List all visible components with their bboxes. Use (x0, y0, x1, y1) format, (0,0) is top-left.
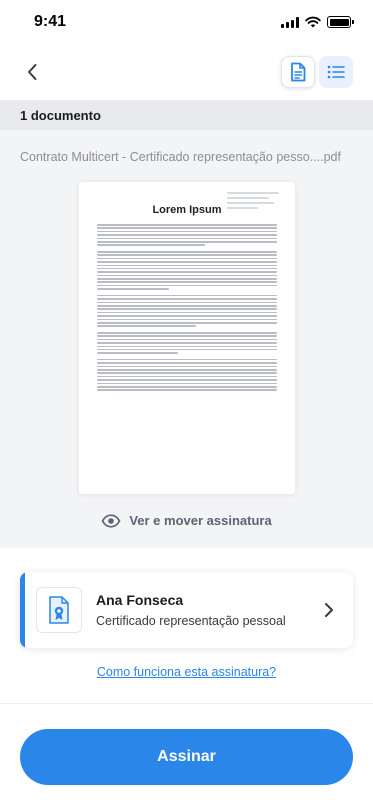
document-paragraph (97, 294, 277, 327)
document-filename: Contrato Multicert - Certificado represe… (20, 150, 341, 164)
signer-card-accent (20, 572, 25, 648)
document-paragraph (97, 331, 277, 354)
battery-icon (327, 16, 354, 28)
chevron-left-icon (28, 64, 37, 80)
document-paragraph (97, 358, 277, 391)
status-icons (281, 16, 354, 28)
view-move-signature-button[interactable]: Ver e mover assinatura (0, 513, 373, 528)
document-preview-section: Contrato Multicert - Certificado represe… (0, 130, 373, 548)
certificate-icon (49, 596, 69, 624)
certificate-icon-box (36, 587, 82, 633)
sign-button[interactable]: Assinar (20, 729, 353, 785)
status-time: 9:41 (34, 13, 67, 30)
document-icon (291, 62, 306, 82)
document-count-header: 1 documento (0, 100, 373, 130)
document-count: 1 documento (20, 107, 101, 123)
view-toggle (281, 56, 353, 88)
signer-info: Ana Fonseca Certificado representação pe… (96, 592, 317, 628)
document-paragraph (97, 224, 277, 246)
chevron-right-icon (317, 602, 341, 618)
list-icon (327, 65, 345, 79)
view-move-signature-label: Ver e mover assinatura (129, 513, 272, 528)
signer-certificate-type: Certificado representação pessoal (96, 614, 286, 628)
nav-bar (0, 44, 373, 100)
document-page-preview[interactable]: Lorem Ipsum (79, 182, 295, 494)
signer-card[interactable]: Ana Fonseca Certificado representação pe… (20, 572, 353, 648)
signer-name: Ana Fonseca (96, 592, 184, 608)
document-view-button[interactable] (281, 56, 315, 88)
back-button[interactable] (20, 60, 44, 84)
divider (0, 703, 373, 704)
document-logo (227, 192, 279, 210)
signal-icon (281, 16, 299, 28)
status-bar: 9:41 (0, 0, 373, 44)
eye-icon (101, 513, 121, 528)
list-view-button[interactable] (319, 56, 353, 88)
wifi-icon (305, 16, 321, 28)
document-paragraph (97, 250, 277, 290)
how-signature-works-link[interactable]: Como funciona esta assinatura? (0, 665, 373, 679)
